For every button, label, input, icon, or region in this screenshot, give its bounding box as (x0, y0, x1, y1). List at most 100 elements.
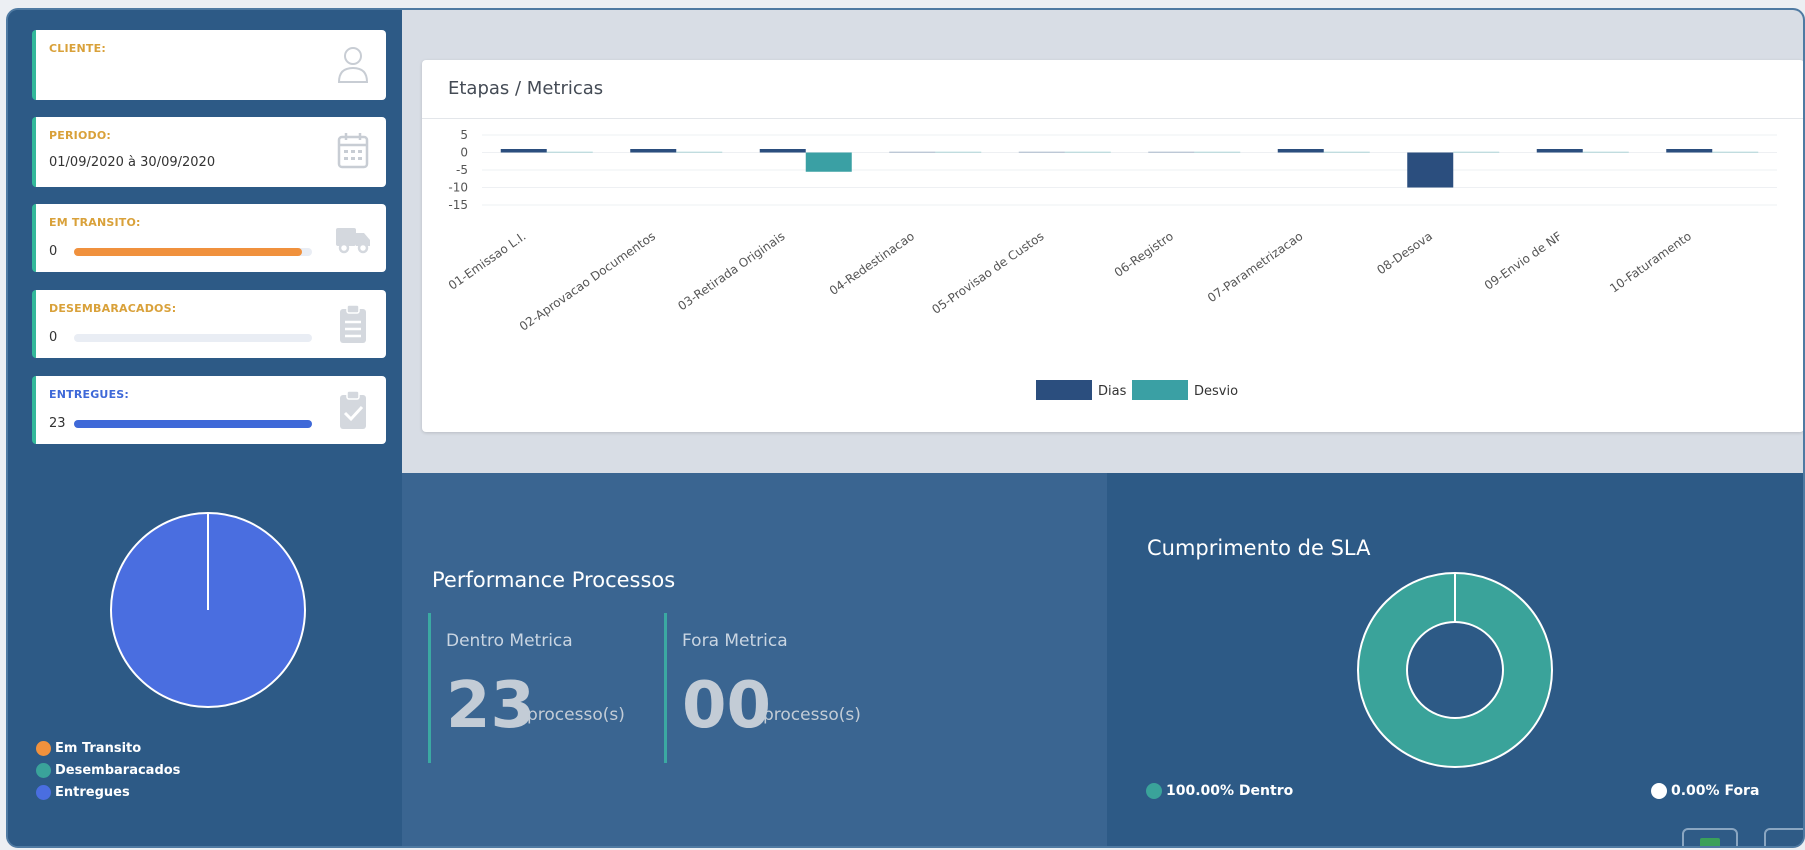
progress-bar-desembaracados (74, 334, 312, 342)
legend-label-desembaracados: Desembaracados (55, 762, 181, 778)
y-tick-label: -15 (448, 198, 468, 212)
bar-desvio-10[interactable] (1712, 151, 1759, 154)
progress-bar-em-transito (74, 248, 312, 256)
x-tick-label: 01-Emissao L.I. (446, 229, 529, 293)
metric-dentro-unit: processo(s) (527, 705, 625, 725)
bar-dias-7[interactable] (1277, 149, 1324, 153)
sla-legend-dentro[interactable]: 100.00% Dentro (1146, 783, 1293, 799)
clipboard-check-icon (340, 390, 366, 429)
bar-dias-6[interactable] (1148, 151, 1195, 154)
bar-dias-9[interactable] (1536, 149, 1583, 153)
status-pie-chart (110, 512, 306, 708)
kpi-value-periodo: 01/09/2020 à 30/09/2020 (49, 155, 216, 170)
y-tick-label: -10 (448, 181, 468, 195)
bar-dias-8[interactable] (1407, 152, 1454, 188)
metrics-chart-area: Etapas / Metricas 5 0 -5 -10 -15 01-Emissao L… (402, 10, 1803, 473)
metric-fora-unit: processo(s) (763, 705, 861, 725)
bar-dias-5[interactable] (1018, 151, 1065, 154)
x-tick-label: 03-Retirada Originais (675, 229, 787, 313)
bar-desvio-2[interactable] (676, 151, 723, 154)
chart-title: Etapas / Metricas (448, 78, 604, 99)
kpi-card-em-transito[interactable]: EM TRANSITO: 0 (32, 204, 386, 272)
kpi-card-cliente[interactable]: CLIENTE: (32, 30, 386, 100)
kpi-label-periodo: PERIODO: (49, 129, 111, 142)
metric-fora-label: Fora Metrica (682, 631, 788, 651)
legend-dot-entregues (36, 784, 51, 800)
metric-fora-value: 00 (682, 669, 772, 743)
corner-action-button-1[interactable] (1682, 828, 1738, 846)
bar-desvio-1[interactable] (546, 151, 593, 154)
kpi-card-periodo[interactable]: PERIODO: 01/09/2020 à 30/09/2020 (32, 117, 386, 187)
corner-action-button-2[interactable] (1764, 828, 1803, 846)
bar-desvio-5[interactable] (1064, 151, 1111, 154)
y-tick-label: 5 (460, 128, 468, 142)
legend-item-entregues[interactable]: Entregues (36, 781, 180, 803)
kpi-value-desembaracados: 0 (49, 330, 58, 345)
metrics-bar-chart: 5 0 -5 -10 -15 01-Emissao L.I.02-Aprovacao Do… (446, 128, 1777, 400)
metric-dentro: Dentro Metrica 23 processo(s) (428, 613, 658, 763)
x-tick-label: 06-Registro (1112, 229, 1176, 280)
bar-dias-10[interactable] (1666, 149, 1713, 153)
sla-legend-fora[interactable]: 0.00% Fora (1651, 783, 1759, 799)
truck-icon (336, 228, 370, 254)
performance-panel: Performance Processos Dentro Metrica 23 … (402, 473, 1107, 846)
legend-item-desembaracados[interactable]: Desembaracados (36, 759, 180, 781)
bar-desvio-8[interactable] (1453, 151, 1500, 154)
performance-title: Performance Processos (432, 568, 676, 592)
kpi-value-em-transito: 0 (49, 244, 58, 259)
kpi-label-cliente: CLIENTE: (49, 42, 106, 55)
calendar-icon (337, 133, 369, 169)
bar-desvio-7[interactable] (1323, 151, 1370, 154)
legend-swatch-dias[interactable] (1036, 380, 1092, 400)
legend-label-dias: Dias (1098, 384, 1127, 399)
metric-dentro-value: 23 (446, 669, 536, 743)
x-tick-label: 05-Provisao de Custos (929, 229, 1046, 317)
metric-dentro-label: Dentro Metrica (446, 631, 573, 651)
sla-donut-chart (1356, 572, 1554, 768)
sla-legend-label-dentro: 100.00% Dentro (1166, 783, 1294, 799)
dashboard-frame: CLIENTE: PERIODO: 01/09/2020 à 30/09/202… (6, 8, 1805, 848)
legend-swatch-desvio[interactable] (1132, 380, 1188, 400)
bar-dias-4[interactable] (889, 151, 936, 154)
bar-desvio-4[interactable] (935, 151, 982, 154)
sla-panel: Cumprimento de SLA 100.00% Dentro 0.00% … (1107, 473, 1803, 846)
legend-label-desvio: Desvio (1194, 384, 1238, 399)
bar-desvio-3[interactable] (805, 152, 852, 172)
bar-dias-3[interactable] (759, 149, 806, 153)
legend-label-em-transito: Em Transito (55, 740, 142, 756)
status-pie-legend: Em Transito Desembaracados Entregues (36, 737, 180, 803)
metric-fora: Fora Metrica 00 processo(s) (664, 613, 894, 763)
x-tick-label: 10-Faturamento (1607, 229, 1694, 296)
legend-dot-em-transito (36, 740, 51, 756)
x-tick-label: 02-Aprovacao Documentos (517, 229, 658, 334)
kpi-label-desembaracados: DESEMBARACADOS: (49, 302, 177, 315)
bar-desvio-6[interactable] (1194, 151, 1241, 154)
x-tick-label: 07-Parametrizacao (1205, 229, 1306, 305)
sla-legend-label-fora: 0.00% Fora (1671, 783, 1760, 799)
progress-bar-entregues (74, 420, 312, 428)
sla-legend-dot-dentro (1146, 783, 1162, 799)
progress-fill-entregues (74, 420, 312, 428)
x-tick-label: 04-Redestinacao (827, 229, 917, 298)
progress-fill-em-transito (74, 248, 303, 256)
kpi-label-em-transito: EM TRANSITO: (49, 216, 141, 229)
legend-label-entregues: Entregues (55, 784, 130, 800)
kpi-card-desembaracados[interactable]: DESEMBARACADOS: 0 (32, 290, 386, 358)
x-tick-label: 08-Desova (1374, 229, 1435, 277)
bar-dias-1[interactable] (500, 149, 547, 153)
kpi-card-entregues[interactable]: ENTREGUES: 23 (32, 376, 386, 444)
bar-desvio-9[interactable] (1582, 151, 1629, 154)
sla-title: Cumprimento de SLA (1147, 536, 1371, 560)
y-tick-label: -5 (456, 163, 468, 177)
clipboard-icon (340, 304, 366, 343)
y-tick-label: 0 (460, 146, 468, 160)
legend-dot-desembaracados (36, 762, 51, 778)
bar-dias-2[interactable] (630, 149, 677, 153)
x-tick-label: 09-Envio de NF (1482, 229, 1565, 293)
export-icon (1700, 838, 1720, 846)
sla-legend-dot-fora (1651, 783, 1667, 799)
legend-item-em-transito[interactable]: Em Transito (36, 737, 180, 759)
chart-divider (422, 118, 1803, 119)
user-icon (337, 47, 369, 83)
metrics-chart-card: Etapas / Metricas 5 0 -5 -10 -15 01-Emissao L… (422, 60, 1803, 432)
